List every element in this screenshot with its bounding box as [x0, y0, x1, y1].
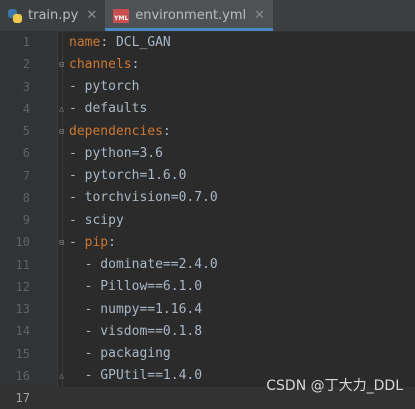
code-line[interactable]: 2 ⊟ channels:	[0, 53, 415, 75]
yaml-separator: :	[131, 56, 140, 72]
line-number: 11	[15, 257, 30, 272]
line-number: 12	[15, 279, 30, 294]
line-number: 5	[22, 124, 30, 139]
yaml-value: - python=3.6	[69, 145, 163, 161]
close-icon[interactable]: ✕	[86, 8, 97, 23]
tab-environment-yml[interactable]: YML environment.yml ✕	[105, 0, 274, 31]
code-text: - torchvision=0.7.0	[69, 190, 218, 205]
fold-marker-icon[interactable]: ⊟	[57, 127, 66, 136]
yaml-value: - defaults	[69, 101, 148, 117]
code-line[interactable]: 6 - python=3.6	[0, 142, 415, 164]
code-text: - numpy==1.16.4	[69, 302, 202, 317]
code-text: - pytorch	[69, 79, 139, 94]
yml-file-icon: YML	[113, 8, 130, 23]
fold-marker-icon[interactable]: ⊟	[57, 60, 66, 69]
code-line[interactable]: 14 - visdom==0.1.8	[0, 320, 415, 342]
yaml-key: channels	[69, 56, 132, 72]
code-line[interactable]: 8 - torchvision=0.7.0	[0, 187, 415, 209]
yaml-value: - numpy==1.16.4	[69, 301, 203, 317]
yaml-value: - packaging	[69, 346, 171, 362]
code-line[interactable]: 11 - dominate==2.4.0	[0, 254, 415, 276]
list-dash: -	[69, 234, 85, 250]
code-text: - defaults	[69, 101, 147, 116]
line-number: 4	[22, 101, 30, 116]
yaml-value: - Pillow==6.1.0	[69, 279, 203, 295]
yaml-value: - pytorch=1.6.0	[69, 168, 187, 184]
code-text: channels:	[69, 57, 139, 72]
editor-tab-bar: train.py ✕ YML environment.yml ✕	[0, 0, 415, 32]
line-number: 1	[22, 35, 30, 50]
fold-marker-icon[interactable]: △	[57, 371, 66, 380]
code-text: - scipy	[69, 213, 124, 228]
yaml-key: dependencies	[69, 123, 163, 139]
close-icon[interactable]: ✕	[254, 8, 265, 23]
code-text: - packaging	[69, 346, 171, 361]
code-line[interactable]: 7 - pytorch=1.6.0	[0, 165, 415, 187]
yaml-separator: :	[162, 123, 171, 139]
code-text: - visdom==0.1.8	[69, 324, 202, 339]
code-line[interactable]: 4 △ - defaults	[0, 98, 415, 120]
code-text: name: DCL_GAN	[69, 35, 171, 50]
tab-label: environment.yml	[135, 8, 247, 23]
code-text: - pytorch=1.6.0	[69, 168, 186, 183]
code-text: - python=3.6	[69, 146, 163, 161]
line-number: 2	[22, 57, 30, 72]
code-line[interactable]: 15 - packaging	[0, 343, 415, 365]
code-line[interactable]: 13 - numpy==1.16.4	[0, 298, 415, 320]
yaml-key: pip	[84, 234, 109, 250]
line-number: 10	[15, 235, 30, 250]
code-text: - dominate==2.4.0	[69, 257, 218, 272]
tab-train-py[interactable]: train.py ✕	[0, 0, 105, 31]
line-number: 15	[15, 346, 30, 361]
yaml-value: - torchvision=0.7.0	[69, 190, 218, 206]
python-file-icon	[8, 8, 22, 23]
line-number: 13	[15, 302, 30, 317]
yaml-value: - pytorch	[69, 79, 140, 95]
fold-marker-icon[interactable]: ⊟	[57, 238, 66, 247]
code-text: - GPUtil==1.4.0	[69, 368, 202, 383]
watermark: CSDN @丁大力_DDL	[266, 378, 403, 394]
code-text: - Pillow==6.1.0	[69, 279, 202, 294]
code-line[interactable]: 12 - Pillow==6.1.0	[0, 276, 415, 298]
line-number: 6	[22, 146, 30, 161]
yaml-separator: :	[108, 234, 116, 250]
code-line[interactable]: 1 name: DCL_GAN	[0, 31, 415, 53]
line-number: 16	[15, 368, 30, 383]
fold-marker-icon[interactable]: △	[57, 104, 66, 113]
code-line[interactable]: 5 ⊟ dependencies:	[0, 120, 415, 142]
tab-label: train.py	[28, 8, 79, 23]
yaml-separator: :	[100, 34, 116, 50]
yaml-value: - scipy	[69, 212, 124, 228]
code-text: - pip:	[69, 235, 116, 250]
line-number: 8	[22, 190, 30, 205]
line-number: 14	[15, 324, 30, 339]
code-line[interactable]: 3 - pytorch	[0, 76, 415, 98]
line-number: 17	[15, 391, 30, 406]
yaml-value: - visdom==0.1.8	[69, 323, 203, 339]
yaml-value: DCL_GAN	[115, 34, 171, 50]
yaml-key: name	[69, 34, 101, 50]
yaml-value: - dominate==2.4.0	[69, 257, 218, 273]
code-line[interactable]: 10 ⊟ - pip:	[0, 231, 415, 253]
line-number: 7	[22, 168, 30, 183]
line-number: 3	[22, 79, 30, 94]
code-text: dependencies:	[69, 124, 171, 139]
code-line[interactable]: 9 - scipy	[0, 209, 415, 231]
yaml-value: - GPUtil==1.4.0	[69, 368, 203, 384]
line-number: 9	[22, 213, 30, 228]
